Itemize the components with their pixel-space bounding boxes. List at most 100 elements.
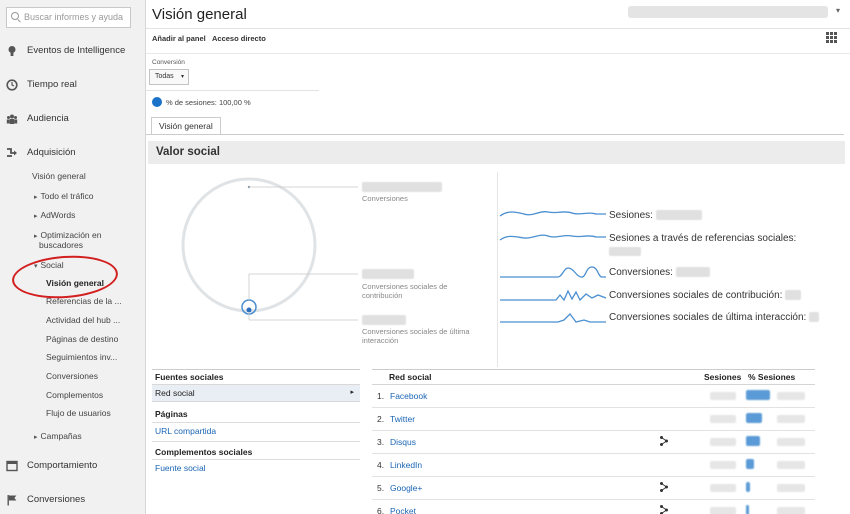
sidebar-item-landing-pages[interactable]: Páginas de destino <box>46 334 118 344</box>
divider <box>152 441 360 442</box>
sidebar-item-acq-overview[interactable]: Visión general <box>32 171 86 181</box>
table-row: 2. Twitter <box>372 408 815 431</box>
conversion-select[interactable]: Todas <box>149 69 189 85</box>
sidebar-item-label: Tiempo real <box>27 79 77 90</box>
search-icon <box>11 12 19 20</box>
last-label-line2: interacción <box>362 336 399 345</box>
social-value-visualization <box>181 177 607 323</box>
chevron-down-icon[interactable]: ▾ <box>836 6 840 15</box>
shortcut-button[interactable]: Acceso directo <box>212 34 266 43</box>
row-number: 6. <box>377 506 385 514</box>
column-header-network[interactable]: Red social <box>389 372 432 382</box>
sidebar-item-intelligence[interactable]: Eventos de Intelligence <box>0 40 146 62</box>
last-interaction-metric-label: Conversiones sociales de última interacc… <box>609 312 807 323</box>
assisted-metric-label: Conversiones sociales de contribución: <box>609 290 783 301</box>
sidebar-item-adwords[interactable]: AdWords <box>34 210 76 220</box>
highlight-circle-annotation <box>10 252 120 302</box>
sidebar-item-label: Comportamiento <box>27 460 98 471</box>
share-icon[interactable] <box>660 436 668 446</box>
sessions-percentage: % de sesiones: 100,00 % <box>166 98 251 107</box>
flag-icon <box>7 495 17 506</box>
last-interaction-dot <box>246 307 252 313</box>
share-icon[interactable] <box>660 482 668 492</box>
divider <box>146 53 850 54</box>
sidebar-item-user-flow[interactable]: Flujo de usuarios <box>46 408 111 418</box>
social-network-dimension-row[interactable]: Red social ▸ <box>152 384 360 402</box>
pct-value-redacted <box>777 392 805 400</box>
sidebar-item-plugins[interactable]: Complementos <box>46 390 103 400</box>
network-link[interactable]: Google+ <box>390 483 422 493</box>
assisted-metric: Conversiones sociales de contribución: <box>609 290 802 301</box>
add-to-panel-button[interactable]: Añadir al panel <box>152 34 206 43</box>
sidebar-item-acquisition[interactable]: Adquisición <box>0 142 146 164</box>
conversions-metric: Conversiones: <box>609 267 710 278</box>
tab-overview[interactable]: Visión general <box>151 117 221 134</box>
pct-value-redacted <box>777 415 805 423</box>
search-placeholder: Buscar informes y ayuda <box>24 12 124 22</box>
sidebar-item-campaigns[interactable]: Campañas <box>34 431 82 441</box>
sessions-metric: Sesiones: <box>609 210 702 221</box>
social-sessions-sparkline <box>499 234 606 241</box>
pct-value-redacted <box>777 507 805 514</box>
column-header-sessions[interactable]: Sesiones <box>704 372 741 382</box>
social-sources-header: Fuentes sociales <box>155 372 224 382</box>
page-title: Visión general <box>152 6 247 23</box>
network-link[interactable]: LinkedIn <box>390 460 422 470</box>
conversions-metric-label: Conversiones: <box>609 267 673 278</box>
sidebar-item-all-traffic[interactable]: Todo el tráfico <box>34 191 94 201</box>
row-number: 2. <box>377 414 385 424</box>
row-number: 5. <box>377 483 385 493</box>
sessions-value-redacted <box>710 415 736 423</box>
column-header-pct-sessions[interactable]: % Sesiones <box>748 372 795 382</box>
sessions-value-redacted <box>710 507 736 514</box>
search-input[interactable]: Buscar informes y ayuda <box>6 7 131 28</box>
divider <box>372 369 815 370</box>
pct-value-redacted <box>777 484 805 492</box>
sessions-value-redacted <box>710 461 736 469</box>
last-interaction-metric-value-redacted <box>809 312 820 323</box>
network-link[interactable]: Disqus <box>390 437 416 447</box>
last-label-line1: Conversiones sociales de última <box>362 327 470 336</box>
divider <box>146 134 844 135</box>
sidebar-item-hub-activity[interactable]: Actividad del hub ... <box>46 315 120 325</box>
sessions-bar <box>746 413 762 423</box>
sidebar-item-conversions[interactable]: Conversiones <box>0 489 146 511</box>
sidebar-item-social-conversions[interactable]: Conversiones <box>46 371 98 381</box>
conversions-metric-value-redacted <box>675 267 710 278</box>
sessions-sparkline <box>499 210 606 217</box>
share-icon[interactable] <box>660 505 668 514</box>
sessions-bar <box>746 390 770 400</box>
sidebar-item-plugins-tracking[interactable]: Seguimientos inv... <box>46 352 117 362</box>
date-range-picker[interactable] <box>628 6 828 18</box>
last-value-redacted <box>362 315 406 325</box>
divider <box>146 90 319 91</box>
social-sessions-metric-label: Sesiones a través de referencias sociale… <box>609 233 797 244</box>
people-icon <box>6 114 18 124</box>
pct-value-redacted <box>777 438 805 446</box>
clock-icon <box>6 79 18 91</box>
assisted-label-line2: contribución <box>362 291 403 300</box>
social-source-link[interactable]: Fuente social <box>155 463 206 473</box>
network-link[interactable]: Pocket <box>390 506 416 514</box>
network-link[interactable]: Twitter <box>390 414 415 424</box>
table-row: 4. LinkedIn <box>372 454 815 477</box>
assisted-label-line1: Conversiones sociales de <box>362 282 448 291</box>
segment-label: Conversión <box>152 59 185 66</box>
shared-url-link[interactable]: URL compartida <box>155 426 216 436</box>
sidebar-item-realtime[interactable]: Tiempo real <box>0 74 146 96</box>
sidebar: Buscar informes y ayuda Eventos de Intel… <box>0 0 146 514</box>
last-interaction-sparkline <box>500 313 606 323</box>
table-row: 5. Google+ <box>372 477 815 500</box>
sidebar-item-seo[interactable]: Optimización en <box>34 230 102 240</box>
network-link[interactable]: Facebook <box>390 391 427 401</box>
table-row: 1. Facebook <box>372 385 815 408</box>
sessions-bar <box>746 436 760 446</box>
assisted-metric-value-redacted <box>785 290 802 301</box>
sidebar-item-audience[interactable]: Audiencia <box>0 108 146 130</box>
sidebar-item-behavior[interactable]: Comportamiento <box>0 455 146 477</box>
grid-icon[interactable] <box>826 32 837 43</box>
divider <box>152 459 360 460</box>
sidebar-item-seo-line2: buscadores <box>39 240 83 250</box>
pages-header: Páginas <box>155 409 188 419</box>
sessions-value-redacted <box>710 484 736 492</box>
